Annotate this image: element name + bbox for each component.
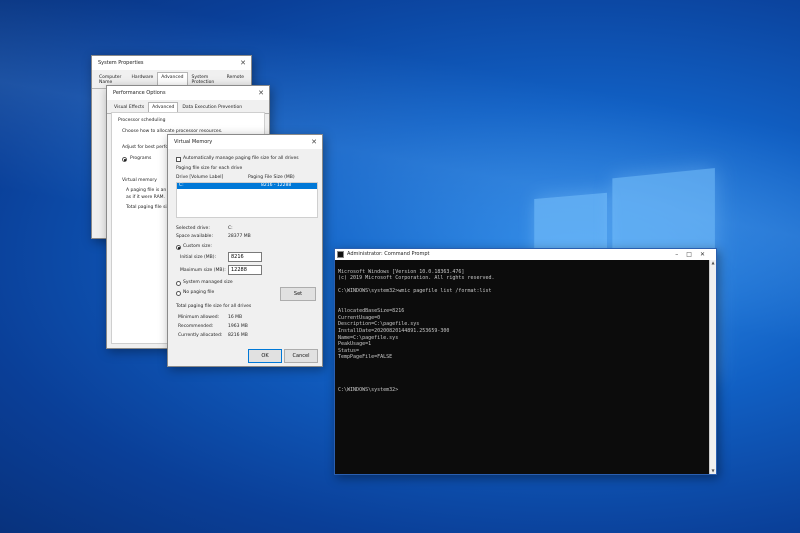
console-line: AllocatedBaseSize=8216 xyxy=(338,308,405,315)
console-line: Name=C:\pagefile.sys xyxy=(338,334,399,341)
console-line: TempPageFile=FALSE xyxy=(338,354,393,361)
total-paging-heading: Total paging file size for all drives xyxy=(176,304,252,309)
space-available-label: Space available: xyxy=(176,234,213,239)
console-output[interactable]: Microsoft Windows [Version 10.0.18363.47… xyxy=(335,260,716,409)
console-line: PeakUsage=1 xyxy=(338,341,372,348)
console-line: Description=C:\pagefile.sys xyxy=(338,321,420,328)
recommended-label: Recommended: xyxy=(178,324,214,329)
cancel-button[interactable]: Cancel xyxy=(284,349,318,363)
console-line: (c) 2019 Microsoft Corporation. All righ… xyxy=(338,275,495,282)
custom-size-label: Custom size: xyxy=(183,244,212,249)
cmd-icon xyxy=(337,251,344,258)
total-paging-size-label: Total paging file size xyxy=(126,205,172,210)
paging-each-drive-label: Paging file size for each drive xyxy=(176,166,243,171)
selected-drive-value: C: xyxy=(228,226,233,231)
console-line: Status= xyxy=(338,347,360,354)
scrollbar[interactable]: ▲ ▼ xyxy=(709,260,716,474)
console-line: C:\WINDOWS\system32>wmic pagefile list /… xyxy=(338,288,492,295)
drive-list-row-drive: C: xyxy=(179,183,184,188)
system-managed-label: System managed size xyxy=(183,280,233,285)
minimum-allowed-value: 16 MB xyxy=(228,315,243,320)
scroll-down-icon[interactable]: ▼ xyxy=(710,468,716,474)
scroll-up-icon[interactable]: ▲ xyxy=(710,260,716,266)
virtual-memory-desc-2: as if it were RAM. xyxy=(126,195,165,200)
maximum-size-label: Maximum size (MB): xyxy=(180,268,226,273)
virtual-memory-titlebar[interactable]: Virtual Memory ✕ xyxy=(168,135,322,149)
command-prompt-titlebar[interactable]: Administrator: Command Prompt –□✕ xyxy=(335,249,716,260)
close-icon[interactable]: ✕ xyxy=(240,56,246,70)
console-line: C:\WINDOWS\system32> xyxy=(338,387,399,394)
minimum-allowed-label: Minimum allowed: xyxy=(178,315,220,320)
drive-list-row[interactable]: C: 8216 - 12288 xyxy=(177,183,317,189)
adjust-label: Adjust for best perfo xyxy=(122,145,169,150)
no-paging-radio[interactable] xyxy=(176,291,181,296)
auto-manage-label: Automatically manage paging file size fo… xyxy=(183,156,299,161)
initial-size-label: Initial size (MB): xyxy=(180,255,217,260)
maximum-size-input[interactable] xyxy=(228,265,262,275)
command-prompt-window[interactable]: Administrator: Command Prompt –□✕ Micros… xyxy=(334,248,717,475)
console-line: Microsoft Windows [Version 10.0.18363.47… xyxy=(338,268,465,275)
column-drive: Drive [Volume Label] xyxy=(176,175,224,180)
console-line: InstallDate=20200820144891.253659-300 xyxy=(338,327,450,334)
currently-allocated-value: 8216 MB xyxy=(228,333,248,338)
recommended-value: 1963 MB xyxy=(228,324,248,329)
window-controls[interactable]: –□✕ xyxy=(675,249,713,260)
close-icon[interactable]: ✕ xyxy=(700,251,713,258)
close-icon[interactable]: ✕ xyxy=(311,135,317,149)
selected-drive-label: Selected drive: xyxy=(176,226,210,231)
set-button[interactable]: Set xyxy=(280,287,316,301)
space-available-value: 28377 MB xyxy=(228,234,251,239)
minimize-icon[interactable]: – xyxy=(675,251,686,258)
maximize-icon[interactable]: □ xyxy=(686,251,700,258)
column-paging-size: Paging File Size (MB) xyxy=(248,175,295,180)
close-icon[interactable]: ✕ xyxy=(258,86,264,100)
no-paging-label: No paging file xyxy=(183,290,215,295)
virtual-memory-dialog: Virtual Memory ✕ Automatically manage pa… xyxy=(167,134,323,367)
window-title: Performance Options xyxy=(113,90,166,96)
window-title: System Properties xyxy=(98,60,144,66)
currently-allocated-label: Currently allocated: xyxy=(178,333,223,338)
drive-list-row-size: 8216 - 12288 xyxy=(261,183,292,188)
processor-scheduling-heading: Processor scheduling xyxy=(118,118,166,123)
drive-list[interactable]: C: 8216 - 12288 xyxy=(176,182,318,218)
ok-button[interactable]: OK xyxy=(248,349,282,363)
system-managed-radio[interactable] xyxy=(176,281,181,286)
custom-size-radio[interactable] xyxy=(176,245,181,250)
initial-size-input[interactable] xyxy=(228,252,262,262)
programs-label: Programs xyxy=(130,156,152,161)
window-title: Virtual Memory xyxy=(174,139,213,145)
system-properties-titlebar[interactable]: System Properties ✕ xyxy=(92,56,251,70)
programs-radio[interactable] xyxy=(122,157,127,162)
console-line: CurrentUsage=0 xyxy=(338,314,381,321)
performance-options-titlebar[interactable]: Performance Options ✕ xyxy=(107,86,269,100)
virtual-memory-heading: Virtual memory xyxy=(122,178,157,183)
window-title: Administrator: Command Prompt xyxy=(347,251,430,257)
auto-manage-checkbox[interactable] xyxy=(176,157,181,162)
